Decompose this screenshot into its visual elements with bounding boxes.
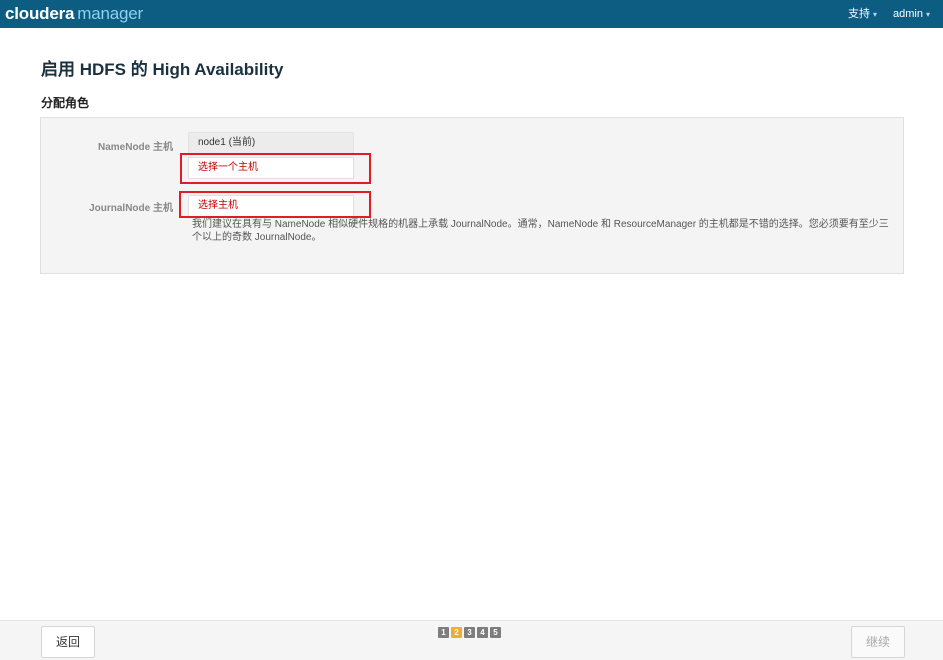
wizard-footer [0, 620, 943, 660]
admin-menu[interactable]: admin ▾ [893, 0, 930, 28]
continue-button[interactable]: 继续 [851, 626, 905, 658]
wizard-step[interactable]: 4 [477, 627, 488, 638]
top-navbar: cloudera manager 支持 ▾ admin ▾ [0, 0, 943, 28]
support-menu-label: 支持 [848, 8, 870, 20]
back-button[interactable]: 返回 [41, 626, 95, 658]
wizard-step-indicator: 12345 [438, 627, 503, 638]
journalnode-help-text: 我们建议在具有与 NameNode 相似硬件规格的机器上承载 JournalNo… [192, 219, 889, 243]
wizard-step-active[interactable]: 2 [451, 627, 462, 638]
logo-text-cloudera: cloudera [5, 4, 75, 23]
namenode-host-selector[interactable]: 选择一个主机 [188, 157, 354, 179]
journalnode-host-selector[interactable]: 选择主机 [188, 195, 354, 217]
admin-menu-label: admin [893, 8, 923, 20]
chevron-down-icon: ▾ [925, 10, 930, 19]
section-title: 分配角色 [41, 96, 90, 110]
support-menu[interactable]: 支持 ▾ [848, 0, 877, 28]
chevron-down-icon: ▾ [873, 10, 878, 19]
journalnode-host-label: JournalNode 主机 [89, 203, 173, 214]
page-title: 启用 HDFS 的 High Availability [41, 60, 284, 79]
logo-text-manager: manager [77, 4, 143, 23]
wizard-step[interactable]: 1 [438, 627, 449, 638]
wizard-step[interactable]: 5 [490, 627, 501, 638]
namenode-current-host: node1 (当前) [188, 132, 354, 154]
namenode-host-label: NameNode 主机 [97, 142, 173, 153]
wizard-step[interactable]: 3 [464, 627, 475, 638]
cloudera-manager-logo[interactable]: cloudera manager [5, 3, 143, 25]
